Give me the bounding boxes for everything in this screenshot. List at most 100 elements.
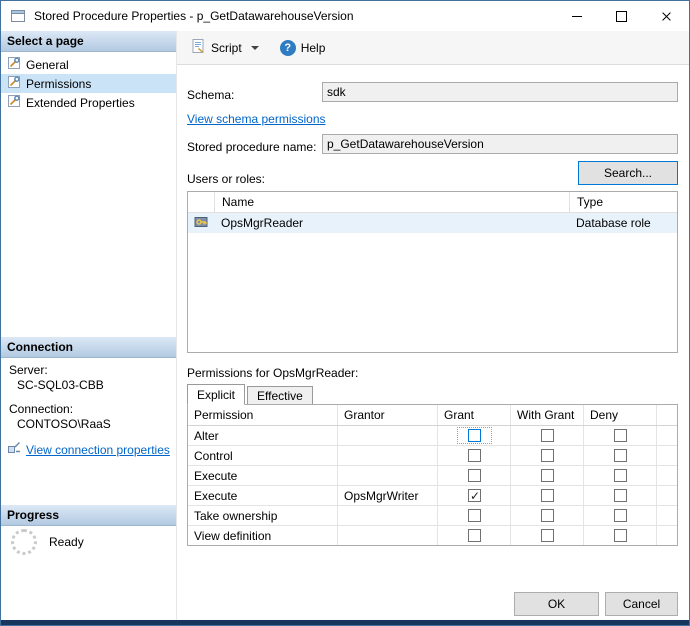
users-column-name: Name	[214, 192, 569, 212]
sidebar-item-general[interactable]: General	[1, 55, 176, 74]
connection-block: Server: SC-SQL03-CBB Connection: CONTOSO…	[1, 361, 176, 458]
column-permission: Permission	[188, 405, 338, 425]
permission-grantor-cell	[338, 506, 438, 525]
permissions-tabs: Explicit Effective	[187, 384, 315, 405]
stored-procedure-name-input[interactable]	[322, 134, 678, 154]
deny-cell	[584, 486, 657, 505]
permission-name-cell: Take ownership	[188, 506, 338, 525]
deny-checkbox[interactable]	[613, 529, 627, 542]
user-name-cell: OpsMgrReader	[221, 216, 304, 230]
with-grant-checkbox[interactable]	[540, 469, 554, 482]
tab-label: Effective	[257, 389, 303, 403]
permission-row: Alter	[188, 426, 677, 446]
maximize-button[interactable]	[599, 1, 644, 31]
close-icon	[661, 11, 672, 22]
tab-explicit[interactable]: Explicit	[187, 384, 246, 405]
grid-filler-cell	[657, 506, 677, 525]
search-button[interactable]: Search...	[578, 161, 678, 185]
sidebar-item-label: Permissions	[26, 76, 92, 91]
sidebar-item-extended-properties[interactable]: Extended Properties	[1, 93, 176, 112]
help-icon: ?	[279, 39, 296, 56]
permission-name-cell: View definition	[188, 526, 338, 545]
sidebar-item-label: Extended Properties	[26, 95, 135, 110]
column-deny: Deny	[584, 405, 657, 425]
with-grant-cell	[511, 526, 584, 545]
server-value: SC-SQL03-CBB	[17, 378, 104, 392]
permissions-for-label: Permissions for OpsMgrReader:	[187, 366, 359, 380]
with-grant-cell	[511, 426, 584, 445]
cancel-button[interactable]: Cancel	[605, 592, 678, 616]
database-role-icon	[193, 214, 209, 233]
window-icon	[10, 8, 26, 24]
grant-cell	[438, 446, 511, 465]
grant-checkbox-wrap	[457, 467, 492, 484]
grant-checkbox-wrap	[456, 427, 492, 444]
sidebar-item-permissions[interactable]: Permissions	[1, 74, 176, 93]
users-or-roles-label: Users or roles:	[187, 172, 266, 186]
users-column-type: Type	[569, 192, 677, 212]
grant-checkbox[interactable]	[467, 529, 481, 542]
column-grant: Grant	[438, 405, 511, 425]
select-a-page-header: Select a page	[1, 31, 176, 52]
help-label: Help	[300, 40, 326, 55]
deny-cell	[584, 506, 657, 525]
permission-name-cell: Alter	[188, 426, 338, 445]
permission-grantor-cell: OpsMgrWriter	[338, 486, 438, 505]
with-grant-checkbox[interactable]	[540, 449, 554, 462]
grant-checkbox-wrap	[457, 527, 492, 544]
permission-row: View definition	[188, 526, 677, 545]
page-icon	[7, 75, 21, 92]
user-type-cell: Database role	[576, 216, 651, 230]
grid-filler-cell	[657, 405, 677, 425]
minimize-button[interactable]	[554, 1, 599, 31]
deny-checkbox[interactable]	[613, 449, 627, 462]
permissions-grid-header: Permission Grantor Grant With Grant Deny	[188, 405, 677, 426]
grant-checkbox[interactable]	[467, 429, 481, 442]
ok-button[interactable]: OK	[514, 592, 599, 616]
users-column-icon	[188, 192, 214, 212]
grant-checkbox[interactable]	[467, 489, 482, 503]
grant-checkbox[interactable]	[467, 509, 481, 522]
view-schema-permissions-link[interactable]: View schema permissions	[187, 112, 326, 126]
script-icon	[190, 38, 206, 57]
schema-input[interactable]	[322, 82, 678, 102]
window-bottom-border	[1, 620, 689, 625]
permission-name-cell: Execute	[188, 466, 338, 485]
tab-label: Explicit	[197, 388, 236, 402]
deny-checkbox[interactable]	[613, 509, 627, 522]
grant-cell	[438, 506, 511, 525]
with-grant-checkbox[interactable]	[540, 509, 554, 522]
with-grant-checkbox[interactable]	[540, 529, 554, 542]
script-dropdown-button[interactable]	[247, 43, 263, 53]
deny-checkbox[interactable]	[613, 429, 627, 442]
stored-procedure-properties-window: Stored Procedure Properties - p_GetDataw…	[0, 0, 690, 626]
grant-checkbox[interactable]	[467, 449, 481, 462]
tab-effective[interactable]: Effective	[247, 386, 313, 405]
chevron-down-icon	[250, 45, 259, 50]
page-list: General Permissions Extended Properties	[1, 55, 176, 112]
help-button[interactable]: ? Help	[275, 37, 331, 59]
grant-cell	[438, 486, 511, 505]
deny-checkbox[interactable]	[613, 489, 627, 502]
script-button[interactable]: Script	[185, 35, 247, 60]
titlebar: Stored Procedure Properties - p_GetDataw…	[1, 1, 689, 31]
users-table-row[interactable]: OpsMgrReader Database role	[188, 213, 677, 233]
progress-status: Ready	[49, 535, 84, 549]
grant-cell	[438, 466, 511, 485]
grid-filler-cell	[657, 486, 677, 505]
deny-cell	[584, 446, 657, 465]
grid-filler-cell	[657, 466, 677, 485]
grid-filler-cell	[657, 526, 677, 545]
with-grant-checkbox[interactable]	[540, 429, 554, 442]
with-grant-checkbox[interactable]	[540, 489, 554, 502]
grant-checkbox[interactable]	[467, 469, 481, 482]
page-icon	[7, 94, 21, 111]
schema-label: Schema:	[187, 88, 235, 102]
view-connection-properties-link[interactable]: View connection properties	[26, 443, 170, 457]
sidebar: Select a page General Permissions Extend…	[1, 31, 177, 620]
deny-checkbox[interactable]	[613, 469, 627, 482]
progress-header: Progress	[1, 505, 176, 526]
minimize-icon	[571, 15, 582, 17]
maximize-icon	[616, 10, 627, 22]
close-button[interactable]	[644, 1, 689, 31]
